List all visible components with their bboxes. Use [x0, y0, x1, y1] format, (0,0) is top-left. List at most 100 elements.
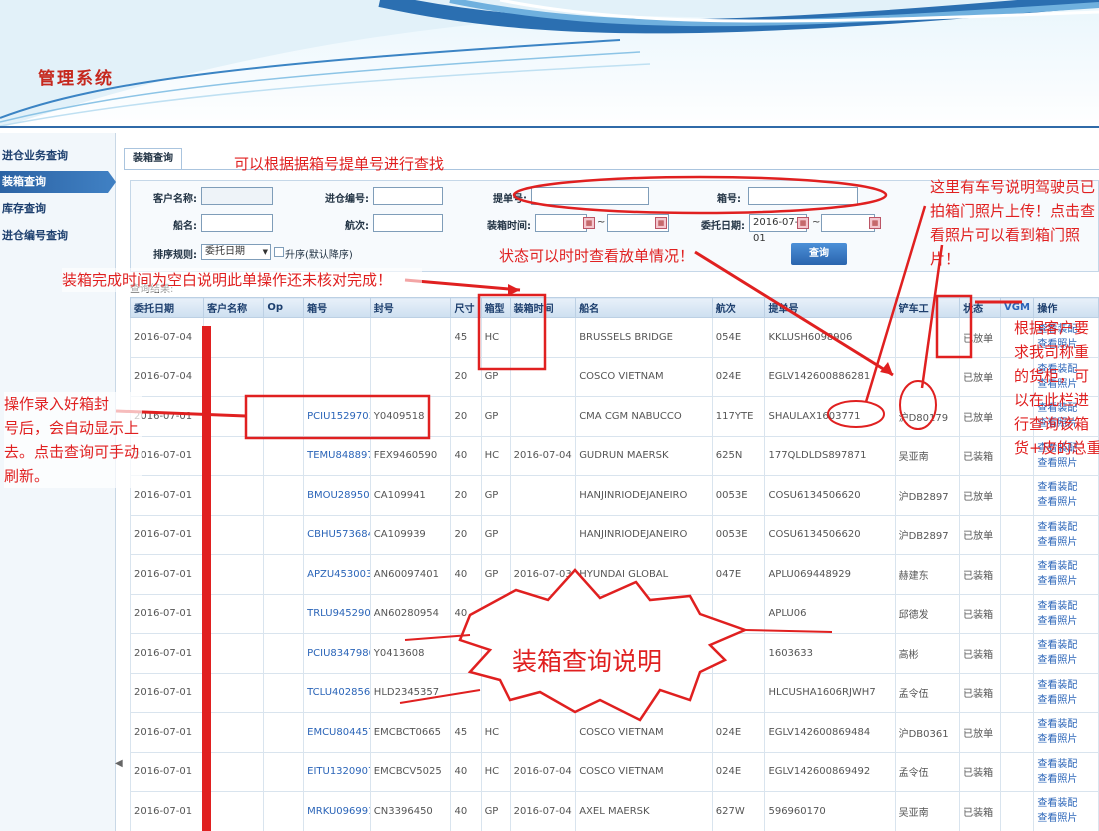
table-cell: COSCO VIETNAM	[575, 751, 713, 792]
column-header: 委托日期	[129, 297, 205, 318]
sidebar-item-entry-number-query[interactable]: 进仓编号查询	[0, 225, 108, 247]
view-loading-link[interactable]: 查看装配	[1037, 599, 1097, 614]
table-cell: EGLV142600869484	[764, 712, 896, 753]
table-cell: COSCO VIETNAM	[575, 712, 713, 753]
table-cell: EMCBCV5025	[369, 751, 452, 792]
query-button[interactable]: 查询	[791, 243, 847, 265]
table-cell: 已放单	[959, 514, 1001, 555]
view-loading-link[interactable]: 查看装配	[1037, 757, 1097, 772]
sidebar-item-entry-query[interactable]: 进仓业务查询	[0, 145, 108, 167]
tab-loading-query[interactable]: 装箱查询	[124, 148, 182, 170]
view-photo-link[interactable]: 查看照片	[1037, 693, 1097, 708]
column-header: Op	[263, 297, 305, 318]
table-cell: 20	[450, 396, 482, 437]
view-photo-link[interactable]: 查看照片	[1037, 772, 1097, 787]
view-photo-link[interactable]: 查看照片	[1037, 495, 1097, 510]
sort-select[interactable]: 委托日期 ▼	[201, 244, 271, 260]
table-header-row: 委托日期 客户名称 Op 箱号 封号 尺寸 箱型 装箱时间 船名 航次 提单号 铲车工 状态 VGM 操作	[129, 297, 1099, 318]
vessel-field[interactable]	[201, 214, 273, 232]
table-cell: 沪DB2897	[894, 475, 961, 516]
view-loading-link[interactable]: 查看装配	[1037, 796, 1097, 811]
table-cell[interactable]: TEMU8488978	[303, 435, 371, 476]
customer-label: 客户名称:	[153, 194, 197, 205]
table-cell: 40	[450, 554, 482, 595]
table-cell	[203, 593, 265, 634]
vgm-cell	[999, 633, 1035, 674]
table-cell	[203, 554, 265, 595]
table-cell[interactable]	[303, 356, 371, 397]
table-cell: 2016-07-03	[509, 554, 577, 595]
column-header: 箱型	[480, 297, 511, 318]
container-no-field[interactable]	[748, 187, 858, 205]
photo-hint-annotation: 这里有车号说明驾驶员已 拍箱门照片上传！点击查 看照片可以看到箱门照 片！	[930, 175, 1098, 271]
calendar-icon[interactable]: ▦	[655, 217, 667, 229]
table-cell	[894, 356, 961, 397]
sidebar-item-stock-query[interactable]: 库存查询	[0, 198, 108, 220]
table-cell: SHAULAX1603771	[764, 396, 896, 437]
calendar-icon[interactable]: ▦	[583, 217, 595, 229]
table-cell[interactable]: CBHU5736845	[303, 514, 371, 555]
table-cell: HC	[480, 435, 511, 476]
table-cell: HANJINRIODEJANEIRO	[575, 514, 713, 555]
vgm-hint-line: 行查询该箱	[1014, 415, 1090, 433]
view-photo-link[interactable]: 查看照片	[1037, 614, 1097, 629]
view-loading-link[interactable]: 查看装配	[1037, 717, 1097, 732]
table-row: 2016-07-01 PCIU1529703 Y0409518 20 GP CMA CGM…	[129, 396, 1099, 437]
sidebar-item-loading-query[interactable]: 装箱查询	[0, 171, 116, 193]
table-cell: 沪D80179	[894, 396, 961, 437]
calendar-icon[interactable]: ▦	[869, 217, 881, 229]
range-separator: ~	[597, 217, 606, 228]
table-cell: 2016-07-04	[509, 791, 577, 831]
view-photo-link[interactable]: 查看照片	[1037, 574, 1097, 589]
table-cell: HLCUSHA1606RJWH7	[764, 672, 896, 713]
view-photo-link[interactable]: 查看照片	[1037, 811, 1097, 826]
table-cell	[894, 317, 961, 358]
view-loading-link[interactable]: 查看装配	[1037, 559, 1097, 574]
asc-checkbox[interactable]	[274, 247, 284, 257]
table-cell: GP	[480, 356, 511, 397]
bill-no-field[interactable]	[531, 187, 649, 205]
table-cell: APLU069448929	[764, 554, 896, 595]
operation-cell: 查看装配 查看照片	[1033, 514, 1099, 555]
table-cell: 024E	[711, 356, 766, 397]
view-loading-link[interactable]: 查看装配	[1037, 520, 1097, 535]
table-cell: 627W	[711, 791, 766, 831]
sort-label: 排序规则:	[153, 250, 197, 261]
table-cell[interactable]: PCIU8347980	[303, 633, 371, 674]
view-photo-link[interactable]: 查看照片	[1037, 732, 1097, 747]
table-cell[interactable]: TCLU4028560	[303, 672, 371, 713]
calendar-icon[interactable]: ▦	[797, 217, 809, 229]
voyage-field[interactable]	[373, 214, 443, 232]
column-header: 操作	[1033, 297, 1099, 318]
table-cell: 2016-07-04	[509, 435, 577, 476]
table-cell	[450, 633, 482, 674]
table-cell[interactable]: PCIU1529703	[303, 396, 371, 437]
status-hint-annotation: 状态可以时时查看放单情况！	[499, 247, 695, 265]
table-cell[interactable]: BMOU2895099	[303, 475, 371, 516]
table-cell[interactable]: TRLU9452903	[303, 593, 371, 634]
table-cell: Y0409518	[369, 396, 452, 437]
table-cell[interactable]	[303, 317, 371, 358]
table-cell[interactable]: EITU1320907	[303, 751, 371, 792]
vgm-hint-line: 货+皮的总重	[1014, 439, 1099, 457]
table-cell	[263, 672, 305, 713]
view-photo-link[interactable]: 查看照片	[1037, 653, 1097, 668]
table-cell[interactable]: EMCU8044574	[303, 712, 371, 753]
table-cell: 高彬	[894, 633, 961, 674]
table-cell[interactable]: MRKU0969912	[303, 791, 371, 831]
view-loading-link[interactable]: 查看装配	[1037, 678, 1097, 693]
view-photo-link[interactable]: 查看照片	[1037, 535, 1097, 550]
table-cell: APL SI	[575, 593, 713, 634]
load-time-start-field[interactable]	[535, 214, 587, 232]
view-loading-link[interactable]: 查看装配	[1037, 638, 1097, 653]
customer-field[interactable]	[201, 187, 273, 205]
table-cell	[575, 672, 713, 713]
table-cell[interactable]: APZU4530034	[303, 554, 371, 595]
collapse-arrow-icon[interactable]: ◀	[115, 758, 123, 769]
vgm-cell	[999, 514, 1035, 555]
entry-no-field[interactable]	[373, 187, 443, 205]
table-cell: 2016-07-01	[509, 593, 577, 634]
entrust-date-end-field[interactable]	[821, 214, 875, 232]
table-cell	[711, 672, 766, 713]
view-loading-link[interactable]: 查看装配	[1037, 480, 1097, 495]
